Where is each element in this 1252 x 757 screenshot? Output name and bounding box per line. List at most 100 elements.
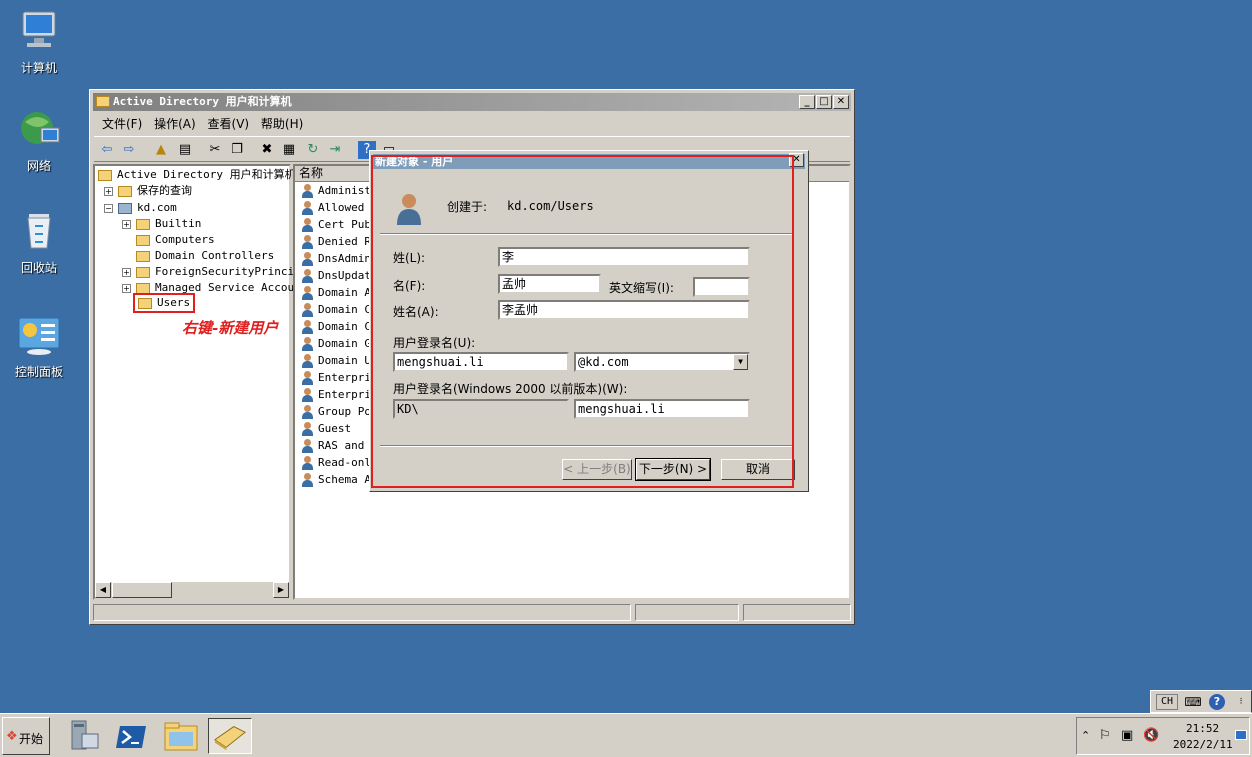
- expand-icon[interactable]: +: [122, 220, 131, 229]
- window-title: Active Directory 用户和计算机: [113, 95, 292, 108]
- options-icon[interactable]: ⁝: [1235, 694, 1247, 710]
- list-item[interactable]: Enterpris: [301, 369, 378, 386]
- start-button[interactable]: ❖ 开始: [2, 717, 50, 755]
- desktop-icon-label: 计算机: [20, 61, 57, 75]
- folder-icon: [136, 250, 150, 262]
- taskbar-ad-users[interactable]: [208, 718, 252, 754]
- menu-bar: 文件(F) 操作(A) 查看(V) 帮助(H): [94, 114, 850, 134]
- tree-item-saved-queries[interactable]: 保存的查询: [118, 183, 192, 199]
- tree-item-domain-controllers[interactable]: Domain Controllers: [136, 248, 274, 264]
- list-item[interactable]: Domain Us: [301, 352, 378, 369]
- group-icon: [301, 456, 315, 470]
- taskbar-explorer[interactable]: [159, 718, 203, 754]
- tree-item-label: Domain Controllers: [155, 249, 275, 262]
- group-icon: [301, 303, 315, 317]
- list-item[interactable]: Domain Co: [301, 301, 378, 318]
- scroll-right-icon[interactable]: ▶: [273, 582, 289, 598]
- desktop-recycle-bin[interactable]: 回收站: [9, 208, 69, 276]
- group-icon: [301, 371, 315, 385]
- scroll-thumb[interactable]: [112, 582, 172, 598]
- list-item[interactable]: Allowed R: [301, 199, 378, 216]
- list-item[interactable]: RAS and I: [301, 437, 378, 454]
- refresh-icon[interactable]: ↻: [304, 141, 322, 159]
- desktop-control-panel[interactable]: 控制面板: [9, 316, 69, 380]
- scroll-left-icon[interactable]: ◀: [95, 582, 111, 598]
- tree-root[interactable]: Active Directory 用户和计算机: [98, 167, 296, 183]
- list-item[interactable]: Enterpris: [301, 386, 378, 403]
- tree-item-users[interactable]: Users: [133, 293, 196, 313]
- tree-item-builtin[interactable]: Builtin: [136, 216, 201, 232]
- volume-muted-icon[interactable]: 🔇: [1143, 728, 1159, 743]
- close-button[interactable]: ✕: [833, 95, 849, 109]
- expand-icon[interactable]: +: [122, 284, 131, 293]
- group-icon: [301, 439, 315, 453]
- list-item[interactable]: Domain Gu: [301, 335, 378, 352]
- copy-icon[interactable]: ❐: [228, 141, 246, 159]
- expand-icon[interactable]: +: [104, 187, 113, 196]
- list-item[interactable]: DnsUpdate: [301, 267, 378, 284]
- list-item[interactable]: Domain Ad: [301, 284, 378, 301]
- keyboard-icon[interactable]: ⌨: [1183, 694, 1203, 710]
- list-item[interactable]: Group Pol: [301, 403, 378, 420]
- window-titlebar[interactable]: Active Directory 用户和计算机 _ □ ✕: [93, 93, 851, 111]
- group-icon: [301, 388, 315, 402]
- list-item[interactable]: Guest: [301, 420, 351, 437]
- list-item[interactable]: Domain Co: [301, 318, 378, 335]
- desktop-network[interactable]: 网络: [9, 108, 69, 174]
- menu-action[interactable]: 操作(A): [154, 114, 196, 134]
- user-icon: [301, 184, 315, 198]
- tree-item-foreign[interactable]: ForeignSecurityPrincip: [136, 264, 301, 280]
- up-folder-icon[interactable]: ▲: [152, 141, 170, 159]
- list-item[interactable]: Cert Publ: [301, 216, 378, 233]
- forward-arrow-icon[interactable]: ⇨: [120, 141, 138, 159]
- help-icon[interactable]: ?: [1209, 694, 1225, 710]
- maximize-button[interactable]: □: [816, 95, 832, 109]
- menu-help[interactable]: 帮助(H): [261, 114, 303, 134]
- system-tray: ⌃ ⚐ ▣ 🔇 21:52 2022/2/11: [1076, 717, 1250, 755]
- list-item[interactable]: Schema Ad: [301, 471, 378, 488]
- minimize-button[interactable]: _: [799, 95, 815, 109]
- tree-item-domain[interactable]: kd.com: [118, 200, 177, 216]
- back-arrow-icon[interactable]: ⇦: [98, 141, 116, 159]
- list-item[interactable]: Denied RO: [301, 233, 378, 250]
- highlight-box: [371, 155, 794, 488]
- status-panel: [93, 604, 631, 621]
- clock-time[interactable]: 21:52: [1186, 722, 1219, 735]
- export-icon[interactable]: ⇥: [326, 141, 344, 159]
- windows-logo-icon: ❖: [6, 729, 18, 744]
- delete-icon[interactable]: ✖: [258, 141, 276, 159]
- network-tray-icon[interactable]: ▣: [1121, 728, 1133, 743]
- list-item[interactable]: Read-only: [301, 454, 378, 471]
- collapse-icon[interactable]: −: [104, 204, 113, 213]
- flag-icon[interactable]: ⚐: [1099, 728, 1111, 743]
- domain-icon: [118, 202, 132, 214]
- group-icon: [301, 201, 315, 215]
- taskbar-powershell[interactable]: [110, 718, 154, 754]
- tree-root-label: Active Directory 用户和计算机: [117, 168, 296, 181]
- control-panel-icon: [18, 317, 60, 355]
- horizontal-scrollbar[interactable]: ◀ ▶: [95, 581, 289, 598]
- tree-item-label: Builtin: [155, 217, 202, 230]
- menu-file[interactable]: 文件(F): [102, 114, 142, 134]
- group-icon: [301, 269, 315, 283]
- server-manager-icon: [71, 720, 99, 750]
- expand-icon[interactable]: +: [122, 268, 131, 277]
- list-item[interactable]: DnsAdmins: [301, 250, 378, 267]
- taskbar-server-manager[interactable]: [62, 718, 106, 754]
- group-icon: [301, 337, 315, 351]
- properties-icon[interactable]: ▦: [280, 141, 298, 159]
- show-desktop-icon[interactable]: [1235, 730, 1247, 740]
- group-icon: [301, 320, 315, 334]
- show-hidden-icon[interactable]: ⌃: [1081, 729, 1090, 742]
- language-indicator[interactable]: CH: [1156, 694, 1178, 710]
- folder-icon: [118, 185, 132, 197]
- list-item[interactable]: Administr: [301, 182, 378, 199]
- group-icon: [301, 354, 315, 368]
- menu-view[interactable]: 查看(V): [208, 114, 250, 134]
- tree-item-label: Users: [157, 296, 191, 309]
- cut-icon[interactable]: ✂: [206, 141, 224, 159]
- desktop-computer[interactable]: 计算机: [9, 10, 69, 76]
- show-tree-icon[interactable]: ▤: [176, 141, 194, 159]
- clock-date[interactable]: 2022/2/11: [1173, 738, 1233, 751]
- tree-item-computers[interactable]: Computers: [136, 232, 215, 248]
